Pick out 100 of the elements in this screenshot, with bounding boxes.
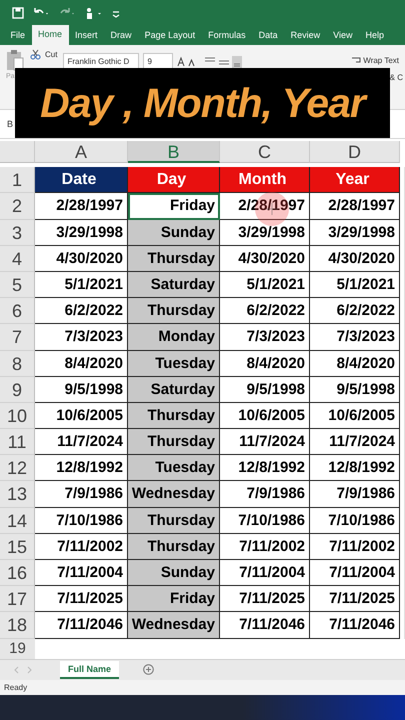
ribbon-tab[interactable]: Insert [68,25,104,45]
table-cell: 3/29/1998 [310,220,400,246]
table-cell: 2/28/1997 [310,193,400,220]
table-cell: Thursday [128,508,220,534]
merge-button[interactable]: & C [390,73,403,82]
table-cell: 12/8/1992 [310,455,400,482]
row-header[interactable]: 15 [0,534,35,560]
header-cell: Day [128,167,220,194]
table-cell: 7/11/2046 [220,612,310,639]
row-header[interactable]: 13 [0,481,35,508]
header-cell: Date [35,167,128,194]
table-cell: 10/6/2005 [310,402,400,430]
table-cell: 7/9/1986 [220,481,310,508]
table-cell: 6/2/2022 [220,298,310,324]
table-cell: Sunday [128,560,220,586]
table-cell: 3/29/1998 [220,220,310,246]
table-cell: 7/11/2025 [310,586,400,612]
header-cell: Year [310,167,400,194]
column-header[interactable]: C [220,141,310,163]
caption-banner: Day , Month, Year [15,68,390,138]
table-cell: Thursday [128,534,220,560]
row-header[interactable]: 3 [0,220,35,246]
ribbon-tab[interactable]: File [4,25,32,45]
table-cell: Friday [128,586,220,612]
table-cell: 5/1/2021 [310,272,400,298]
row-header[interactable]: 12 [0,455,35,482]
row-header[interactable]: 9 [0,376,35,403]
table-cell: Tuesday [128,350,220,377]
table-cell: 5/1/2021 [220,272,310,298]
cut-button[interactable]: Cut [45,50,58,59]
table-cell: 12/8/1992 [220,455,310,482]
row-header[interactable]: 4 [0,246,35,272]
align-icon[interactable] [203,54,244,68]
table-cell: Tuesday [128,455,220,482]
table-cell: 11/7/2024 [220,429,310,456]
name-box[interactable]: B [6,116,14,132]
table-cell: 7/11/2046 [310,612,400,639]
table-cell: 9/5/1998 [220,376,310,403]
table-cell: Thursday [128,402,220,430]
table-cell: Thursday [128,298,220,324]
column-header[interactable]: A [35,141,128,163]
row-header[interactable]: 19 [0,638,35,659]
table-cell: 7/11/2002 [310,534,400,560]
row-header[interactable]: 18 [0,612,35,639]
header-cell: Month [220,167,310,194]
wrap-text-icon[interactable] [351,55,362,65]
row-header[interactable]: 6 [0,298,35,324]
status-text: Ready [4,682,28,692]
table-cell: 9/5/1998 [310,376,400,403]
table-cell: Sunday [128,220,220,246]
table-cell: 7/11/2002 [220,534,310,560]
ribbon-tab[interactable]: Data [252,25,284,45]
add-sheet-icon[interactable] [143,664,154,676]
table-cell: 7/9/1986 [310,481,400,508]
table-cell: Saturday [128,376,220,403]
table-cell: 7/11/2025 [220,586,310,612]
sheet-tab[interactable]: Full Name [60,660,120,679]
paste-icon[interactable] [6,49,24,71]
table-cell: Thursday [128,429,220,456]
ribbon-tab[interactable]: Help [359,25,391,45]
row-header[interactable]: 11 [0,429,35,456]
save-icon[interactable] [12,6,24,18]
ribbon-tab[interactable]: Home [32,25,69,45]
touch-mode-icon[interactable] [84,6,104,18]
scissors-icon[interactable] [30,49,41,60]
table-cell: Saturday [128,272,220,298]
table-cell: 7/11/2004 [220,560,310,586]
table-cell: 11/7/2024 [310,429,400,456]
row-header[interactable]: 16 [0,560,35,586]
ribbon-tab[interactable]: Formulas [202,25,252,45]
table-cell: 7/3/2023 [220,324,310,350]
ribbon-tab[interactable]: Review [284,25,327,45]
ribbon-tab[interactable]: Draw [104,25,138,45]
row-header[interactable]: 1 [0,167,35,194]
table-cell: 7/10/1986 [310,508,400,534]
ribbon-tab[interactable]: Page Layout [138,25,202,45]
ribbon-tab[interactable]: View [326,25,360,45]
row-header[interactable]: 5 [0,272,35,298]
table-cell: Friday [128,193,220,220]
wrap-text-button[interactable]: Wrap Text [363,56,399,64]
table-cell: 6/2/2022 [310,298,400,324]
table-cell: 7/3/2023 [310,324,400,350]
row-header[interactable]: 14 [0,508,35,534]
row-header[interactable]: 17 [0,586,35,612]
table-cell: 7/10/1986 [220,508,310,534]
table-cell: 7/11/2004 [310,560,400,586]
column-header[interactable]: D [310,141,400,163]
column-header[interactable]: B [128,141,220,163]
table-cell: Wednesday [128,481,220,508]
row-header[interactable]: 8 [0,350,35,377]
table-cell: 8/4/2020 [310,350,400,377]
table-cell: Thursday [128,246,220,272]
table-cell: Monday [128,324,220,350]
table-cell: 2/28/1997 [220,193,310,220]
row-header[interactable]: 7 [0,324,35,350]
row-header[interactable]: 10 [0,402,35,430]
table-cell: 10/6/2005 [220,402,310,430]
table-cell: 8/4/2020 [220,350,310,377]
table-cell: Wednesday [128,612,220,639]
row-header[interactable]: 2 [0,193,35,220]
